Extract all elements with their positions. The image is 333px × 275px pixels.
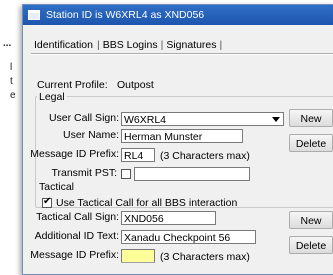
chevron-down-icon[interactable]	[269, 113, 283, 125]
user-call-sign-value: W6XRL4	[124, 114, 167, 126]
tab-bbs-logins[interactable]: BBS Logins	[100, 39, 161, 51]
tactical-new-button[interactable]: New	[289, 211, 333, 229]
user-call-sign-label: User Call Sign:	[48, 112, 119, 124]
app-window-icon	[28, 10, 40, 20]
transmit-pst-field[interactable]	[134, 167, 250, 181]
tactical-prefix-hint-text: (3 Characters max)	[160, 251, 250, 263]
torn-edge	[23, 263, 333, 274]
tactical-delete-button[interactable]: Delete	[289, 236, 333, 254]
user-name-field[interactable]: Herman Munster	[121, 129, 243, 143]
background-text-2: t	[10, 76, 13, 87]
tab-signatures[interactable]: Signatures	[163, 39, 219, 51]
tab-divider-highlight	[31, 54, 333, 55]
use-tactical-checkbox[interactable]: ✔	[42, 196, 52, 208]
additional-id-text-label: Additional ID Text:	[34, 230, 119, 242]
background-text-1: l	[10, 62, 13, 73]
tactical-call-sign-field[interactable]: XND056	[121, 211, 216, 225]
message-id-prefix-label: Message ID Prefix:	[30, 148, 119, 160]
current-profile-value: Outpost	[117, 79, 154, 91]
background-ellipsis: ...	[3, 38, 12, 49]
tab-identification[interactable]: Identification	[33, 39, 97, 51]
window-title: Station ID is W6XRL4 as XND056	[46, 9, 205, 21]
tactical-message-id-prefix-label: Message ID Prefix:	[30, 249, 119, 261]
tab-separator: |	[219, 39, 223, 51]
tab-strip: Identification | BBS Logins | Signatures |	[33, 39, 222, 51]
background-text-3: e	[10, 90, 16, 101]
tactical-message-id-prefix-field[interactable]	[121, 249, 155, 263]
user-name-label: User Name:	[62, 129, 119, 141]
user-call-sign-combobox[interactable]: W6XRL4	[121, 112, 284, 126]
station-id-dialog: Station ID is W6XRL4 as XND056 Identific…	[22, 4, 333, 275]
legal-new-button[interactable]: New	[289, 109, 333, 127]
message-id-prefix-field[interactable]: RL4	[121, 148, 155, 162]
legal-delete-button[interactable]: Delete	[289, 134, 333, 152]
transmit-pst-checkbox[interactable]	[121, 169, 131, 179]
current-profile-label: Current Profile:	[37, 79, 108, 91]
checkmark-icon: ✔	[43, 196, 52, 207]
transmit-pst-label: Transmit PST:	[51, 167, 117, 179]
use-tactical-label: Use Tactical Call for all BBS interactio…	[56, 197, 238, 209]
tactical-call-sign-label: Tactical Call Sign:	[36, 211, 119, 223]
additional-id-text-field[interactable]: Xanadu Checkpoint 56	[121, 230, 256, 244]
tactical-group-label: Tactical	[37, 181, 77, 193]
prefix-hint-text: (3 Characters max)	[160, 150, 250, 162]
legal-group-label: Legal	[37, 91, 67, 103]
title-bar[interactable]: Station ID is W6XRL4 as XND056	[23, 5, 333, 25]
